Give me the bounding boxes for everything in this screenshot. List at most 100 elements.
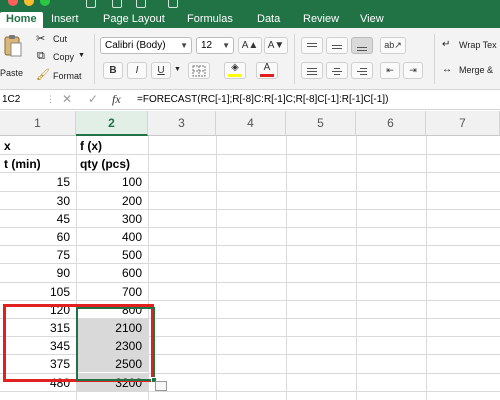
cell-fx[interactable]: 2100 xyxy=(77,319,148,337)
close-window-button[interactable] xyxy=(8,0,18,6)
grid-column-line xyxy=(286,136,287,400)
font-size-value: 12 xyxy=(201,40,213,51)
cell-fx[interactable]: 800 xyxy=(77,301,148,318)
align-top-icon xyxy=(307,43,317,49)
cell-fx[interactable]: 2300 xyxy=(77,337,148,355)
formula-input[interactable]: =FORECAST(RC[-1];R[-8]C:R[-1]C;R[-8]C[-1… xyxy=(137,90,388,110)
kebab-icon[interactable]: ⋮ xyxy=(46,90,55,110)
align-middle-button[interactable] xyxy=(326,37,348,54)
column-header-5[interactable]: 5 xyxy=(286,111,356,136)
cell-x[interactable]: 60 xyxy=(1,228,76,245)
ribbon-divider xyxy=(94,34,95,84)
column-header-2[interactable]: 2 xyxy=(76,111,148,136)
bold-button[interactable]: B xyxy=(103,62,123,79)
cell-x[interactable]: 480 xyxy=(1,374,76,391)
cell-fx[interactable]: qty (pcs) xyxy=(77,155,148,172)
indent-icon: ⇥ xyxy=(409,65,417,75)
font-size-select[interactable]: 12 ▼ xyxy=(196,37,234,54)
home-icon[interactable] xyxy=(86,0,96,8)
column-header-4[interactable]: 4 xyxy=(216,111,286,136)
column-header-6[interactable]: 6 xyxy=(356,111,426,136)
column-header-1[interactable]: 1 xyxy=(0,111,76,136)
cancel-icon[interactable]: ✕ xyxy=(62,90,72,110)
font-color-button[interactable]: A xyxy=(256,62,278,79)
cell-x[interactable]: 15 xyxy=(1,173,76,190)
align-bottom-button[interactable] xyxy=(351,37,373,54)
cell-x[interactable]: 45 xyxy=(1,210,76,227)
cell-fx[interactable]: 2500 xyxy=(77,355,148,373)
align-top-button[interactable] xyxy=(301,37,323,54)
window-title-bar xyxy=(0,0,500,12)
decrease-font-size-button[interactable]: A▼ xyxy=(264,37,288,54)
confirm-icon[interactable]: ✓ xyxy=(88,90,98,110)
tab-page-layout[interactable]: Page Layout xyxy=(103,12,165,28)
outdent-icon: ⇤ xyxy=(386,65,394,75)
borders-button[interactable] xyxy=(188,62,210,79)
name-box[interactable]: 1C2 xyxy=(0,90,46,110)
cell-fx[interactable]: 500 xyxy=(77,246,148,263)
insert-function-icon[interactable]: fx xyxy=(112,90,121,110)
tab-home[interactable]: Home xyxy=(0,12,43,28)
tab-insert[interactable]: Insert xyxy=(51,12,79,28)
ribbon-divider xyxy=(434,34,435,84)
cell-x[interactable]: 30 xyxy=(1,192,76,209)
ribbon-home: Paste ✂ Cut ⧉ Copy ▼ 🖌 Format Calibri (B… xyxy=(0,28,500,90)
zoom-window-button[interactable] xyxy=(40,0,50,6)
increase-font-size-button[interactable]: A▲ xyxy=(238,37,262,54)
column-header-3[interactable]: 3 xyxy=(148,111,216,136)
cell-fx[interactable]: 3200 xyxy=(77,374,148,392)
fill-color-button[interactable]: ◈ xyxy=(224,62,246,79)
cell-x[interactable]: 105 xyxy=(1,283,76,300)
copy-icon: ⧉ xyxy=(37,50,45,62)
merge-label: Merge & xyxy=(459,65,494,75)
worksheet-grid[interactable]: 1 2 3 4 5 6 7 xf (x) t (min) qty (pcs) 15 10… xyxy=(0,111,500,400)
undo-icon[interactable] xyxy=(136,0,146,8)
cell-fx[interactable]: 400 xyxy=(77,228,148,245)
align-center-button[interactable] xyxy=(326,62,348,79)
cut-button[interactable]: ✂ Cut xyxy=(36,32,76,47)
tab-view[interactable]: View xyxy=(360,12,384,28)
font-name-select[interactable]: Calibri (Body) ▼ xyxy=(100,37,192,54)
cell-x[interactable]: 375 xyxy=(1,355,76,372)
cell-x[interactable]: x xyxy=(1,137,76,154)
cell-x[interactable]: 90 xyxy=(1,264,76,281)
cell-x[interactable]: 120 xyxy=(1,301,76,318)
align-left-button[interactable] xyxy=(301,62,323,79)
decrease-indent-button[interactable]: ⇤ xyxy=(380,62,400,79)
cell-fx[interactable]: 600 xyxy=(77,264,148,281)
tab-data[interactable]: Data xyxy=(257,12,280,28)
quick-analysis-icon[interactable] xyxy=(155,381,167,391)
cell-fx[interactable]: 200 xyxy=(77,192,148,209)
format-painter-button[interactable]: 🖌 Format xyxy=(36,68,86,83)
paste-button[interactable]: Paste xyxy=(0,32,24,84)
column-header-7[interactable]: 7 xyxy=(426,111,500,136)
border-grid-icon xyxy=(192,65,206,77)
redo-icon[interactable] xyxy=(168,0,178,8)
paste-label: Paste xyxy=(0,68,24,78)
underline-button[interactable]: U xyxy=(151,62,171,79)
merge-center-button[interactable]: ↔ Merge & xyxy=(442,64,500,79)
align-right-button[interactable] xyxy=(351,62,373,79)
copy-button[interactable]: ⧉ Copy ▼ xyxy=(36,50,88,65)
save-icon[interactable] xyxy=(112,0,122,8)
minimize-window-button[interactable] xyxy=(24,0,34,6)
tab-review[interactable]: Review xyxy=(303,12,339,28)
chevron-down-icon[interactable]: ▼ xyxy=(174,66,181,73)
cell-x[interactable]: 75 xyxy=(1,246,76,263)
ribbon-divider xyxy=(294,34,295,84)
tab-formulas[interactable]: Formulas xyxy=(187,12,233,28)
paintbrush-icon: 🖌 xyxy=(36,69,50,81)
orientation-button[interactable]: ab↗ xyxy=(380,37,406,54)
cell-x[interactable]: 315 xyxy=(1,319,76,336)
cell-x[interactable]: 345 xyxy=(1,337,76,354)
cell-fx[interactable]: 300 xyxy=(77,210,148,227)
format-label: Format xyxy=(53,71,82,81)
cell-x[interactable]: t (min) xyxy=(1,155,76,172)
cell-fx[interactable]: 700 xyxy=(77,283,148,300)
cell-fx[interactable]: 100 xyxy=(77,173,148,190)
wrap-text-button[interactable]: ↵ Wrap Tex xyxy=(442,39,500,54)
italic-button[interactable]: I xyxy=(127,62,147,79)
increase-indent-button[interactable]: ⇥ xyxy=(403,62,423,79)
chevron-down-icon: ▼ xyxy=(180,41,188,50)
cell-fx[interactable]: f (x) xyxy=(77,137,148,154)
